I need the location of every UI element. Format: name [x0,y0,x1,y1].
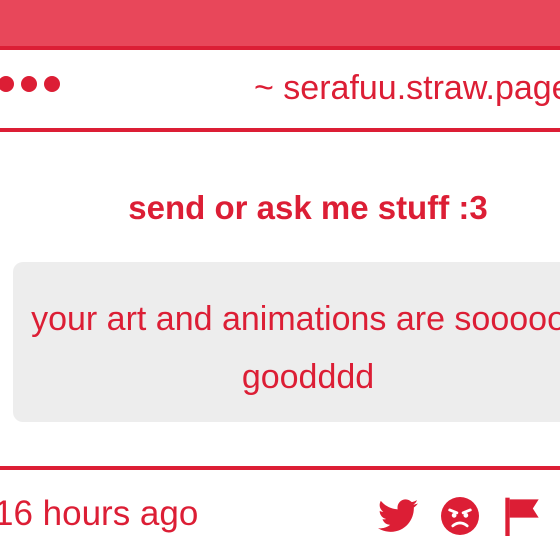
flag-icon[interactable] [502,496,542,536]
angry-face-icon[interactable] [440,496,480,536]
timestamp: 16 hours ago [0,494,199,533]
prompt-title: send or ask me stuff :3 [128,189,488,226]
page: ~ serafuu.straw.page send or ask me stuf… [0,0,560,560]
card-footer: 16 hours ago [0,466,560,560]
message-text: your art and animations are soooooo good… [31,300,560,396]
site-url: ~ serafuu.straw.page [254,69,560,107]
window-dot-icon [44,76,60,92]
twitter-icon[interactable] [378,496,418,536]
message-box: your art and animations are soooooo good… [13,262,560,422]
window-dot-icon [21,76,37,92]
window-titlebar: ~ serafuu.straw.page [0,46,560,132]
top-banner [0,0,560,46]
window-dot-icon [0,76,14,92]
action-icons [378,496,542,536]
window-dots [0,76,60,92]
